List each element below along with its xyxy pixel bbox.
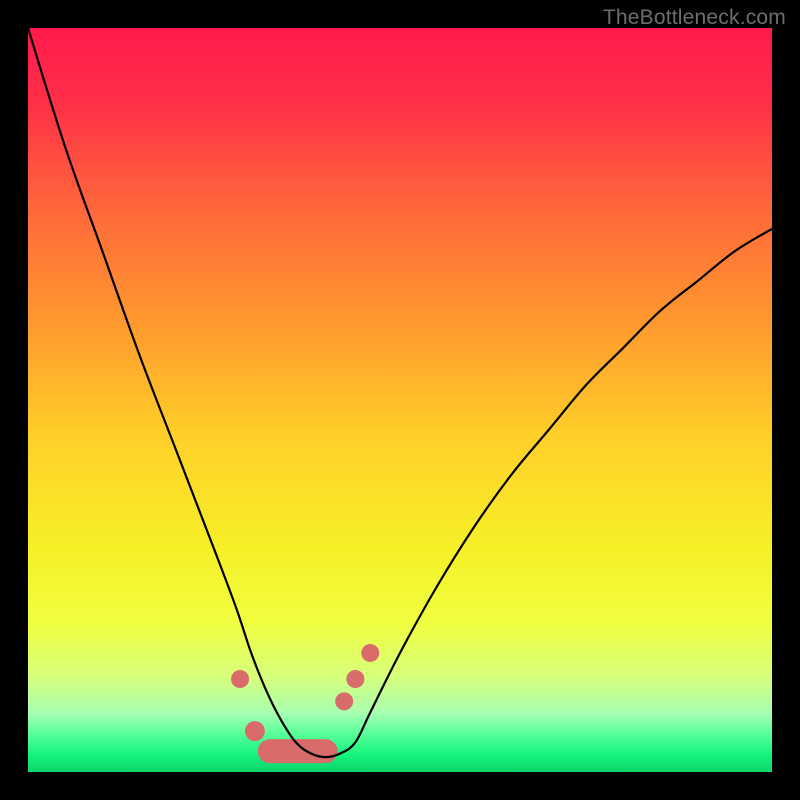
marker-dot bbox=[361, 644, 379, 662]
watermark-text: TheBottleneck.com bbox=[603, 6, 786, 30]
curve-layer bbox=[28, 28, 772, 772]
marker-dot bbox=[335, 692, 353, 710]
marker-dot bbox=[346, 670, 364, 688]
marker-dot bbox=[231, 670, 249, 688]
chart-frame: TheBottleneck.com bbox=[0, 0, 800, 800]
bottleneck-curve bbox=[28, 28, 772, 757]
plot-area bbox=[28, 28, 772, 772]
marker-dot bbox=[245, 721, 265, 741]
marker-group bbox=[231, 644, 379, 763]
